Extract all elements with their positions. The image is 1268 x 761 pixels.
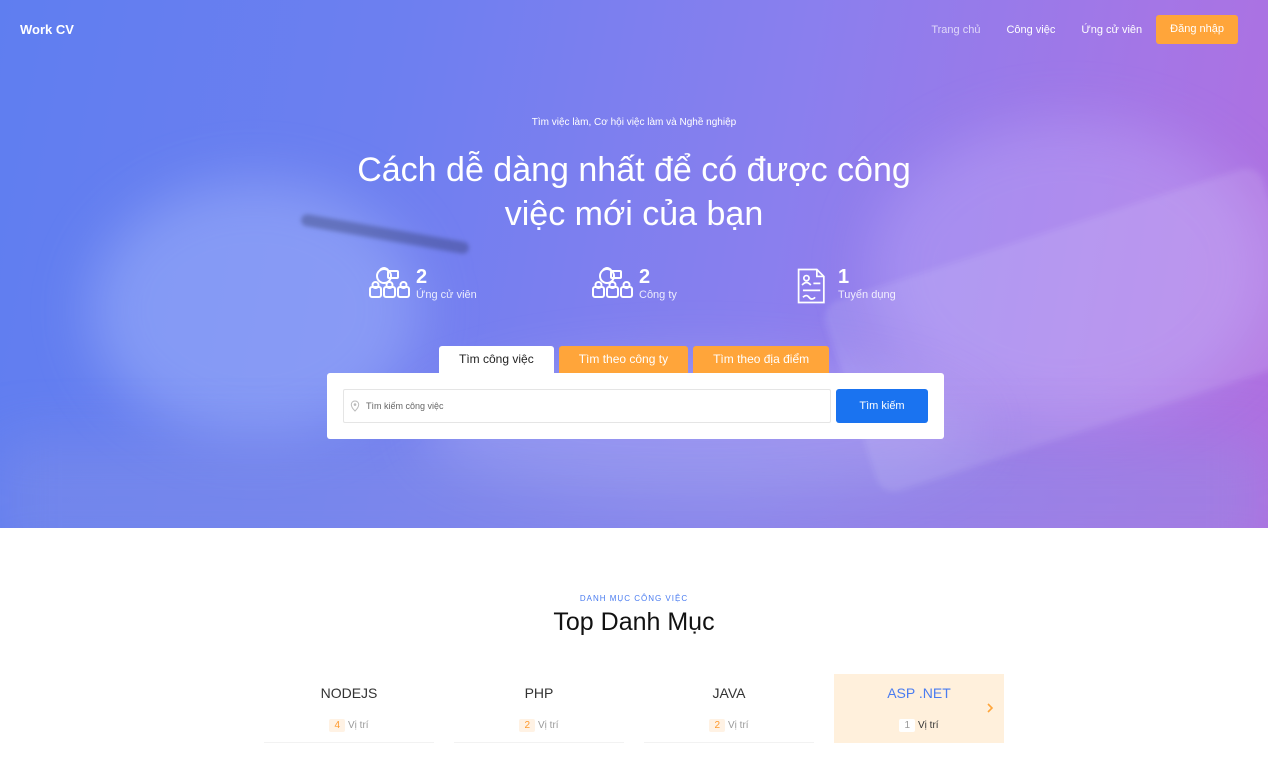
- category-count-unit: Vị trí: [728, 720, 749, 731]
- category-count-badge: 4: [329, 719, 345, 732]
- nav-item-home[interactable]: Trang chủ: [931, 24, 980, 36]
- candidates-icon: [369, 267, 410, 298]
- chevron-right-icon: [987, 703, 994, 713]
- stat-companies-value: 2: [639, 266, 651, 288]
- stat-companies-label: Công ty: [639, 289, 677, 301]
- categories-title: Top Danh Mục: [553, 608, 715, 636]
- stat-candidates-value: 2: [416, 266, 428, 288]
- top-nav: Trang chủ Công việc Ứng cử viên Đăng nhậ…: [905, 15, 1238, 44]
- category-count-unit: Vị trí: [918, 720, 939, 731]
- site-logo[interactable]: Work CV: [20, 22, 74, 37]
- nav-item-candidates[interactable]: Ứng cử viên: [1081, 24, 1142, 36]
- category-count: 4 Vị trí: [329, 719, 369, 732]
- category-count-badge: 1: [899, 719, 915, 732]
- companies-icon: [592, 267, 633, 298]
- stat-recruitment-label: Tuyển dụng: [838, 289, 896, 301]
- login-button[interactable]: Đăng nhập: [1156, 15, 1238, 44]
- category-count-badge: 2: [519, 719, 535, 732]
- location-pin-icon: [350, 400, 360, 412]
- stat-candidates: 2 Ứng cử viên: [368, 263, 477, 311]
- category-count: 2 Vị trí: [709, 719, 749, 732]
- search-field-wrapper[interactable]: [343, 389, 831, 423]
- stat-recruitment: 1 Tuyển dụng: [796, 263, 896, 311]
- category-name: NODEJS: [320, 685, 378, 701]
- tab-search-company[interactable]: Tìm theo công ty: [558, 346, 689, 373]
- search-input[interactable]: [366, 401, 806, 411]
- category-count: 1 Vị trí: [899, 719, 939, 732]
- search-button[interactable]: Tìm kiếm: [836, 389, 928, 423]
- stat-companies: 2 Công ty: [591, 263, 677, 311]
- category-count-badge: 2: [709, 719, 725, 732]
- category-list: NODEJS 4 Vị trí PHP 2 Vị trí JAVA 2 Vị trí …: [264, 674, 1024, 743]
- stat-recruitment-value: 1: [838, 266, 850, 288]
- category-card-nodejs[interactable]: NODEJS 4 Vị trí: [264, 674, 434, 743]
- category-name: ASP .NET: [887, 685, 951, 701]
- categories-kicker: DANH MỤC CÔNG VIỆC: [579, 594, 689, 603]
- hero-background-desk: [0, 440, 1268, 528]
- search-panel: Tìm kiếm: [327, 373, 944, 439]
- nav-item-jobs[interactable]: Công việc: [1006, 24, 1055, 36]
- category-count-unit: Vị trí: [538, 720, 559, 731]
- category-card-aspnet[interactable]: ASP .NET 1 Vị trí: [834, 674, 1004, 743]
- category-name: PHP: [524, 685, 554, 701]
- category-name: JAVA: [712, 685, 746, 701]
- category-count: 2 Vị trí: [519, 719, 559, 732]
- hero-tagline: Tìm việc làm, Cơ hội việc làm và Nghề ng…: [531, 117, 737, 128]
- hero-banner: Work CV Trang chủ Công việc Ứng cử viên …: [0, 0, 1268, 528]
- category-count-unit: Vị trí: [348, 720, 369, 731]
- stat-candidates-label: Ứng cử viên: [416, 289, 477, 301]
- category-card-java[interactable]: JAVA 2 Vị trí: [644, 674, 814, 743]
- hero-headline: Cách dễ dàng nhất để có được công việc m…: [357, 151, 911, 233]
- resume-icon: [797, 268, 825, 304]
- tab-search-location[interactable]: Tìm theo địa điểm: [693, 346, 830, 373]
- search-tabs: Tìm công việc Tìm theo công ty Tìm theo …: [439, 346, 834, 373]
- tab-search-job[interactable]: Tìm công việc: [439, 346, 554, 373]
- category-card-php[interactable]: PHP 2 Vị trí: [454, 674, 624, 743]
